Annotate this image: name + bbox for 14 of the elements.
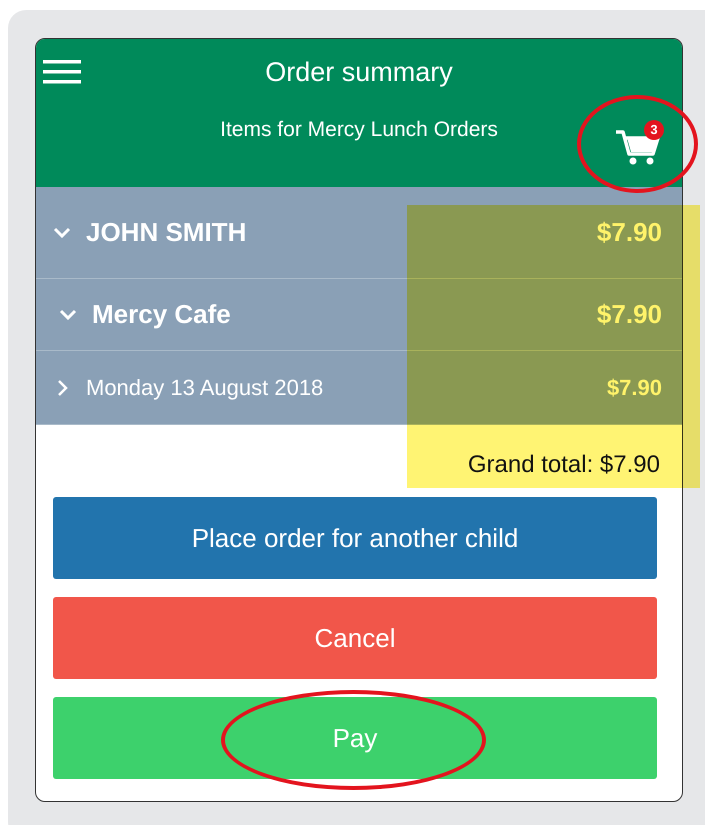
- row-amount: $7.90: [606, 374, 662, 400]
- screen-subtitle: Items for Mercy Lunch Orders: [220, 118, 498, 142]
- row-label: Mercy Cafe: [92, 299, 232, 330]
- cart-count-badge: 3: [644, 120, 664, 140]
- action-button[interactable]: Pay: [53, 697, 657, 779]
- menu-icon[interactable]: [43, 59, 81, 85]
- row-amount: $7.90: [596, 217, 662, 248]
- row-label: Monday 13 August 2018: [86, 374, 324, 400]
- screen-title: Order summary: [265, 57, 453, 88]
- row-amount: $7.90: [596, 299, 662, 330]
- row-label: JOHN SMITH: [86, 217, 248, 248]
- grand-total: Grand total: $7.90: [466, 450, 661, 480]
- action-button[interactable]: Place order for another child: [53, 497, 657, 579]
- action-button[interactable]: Cancel: [53, 597, 657, 679]
